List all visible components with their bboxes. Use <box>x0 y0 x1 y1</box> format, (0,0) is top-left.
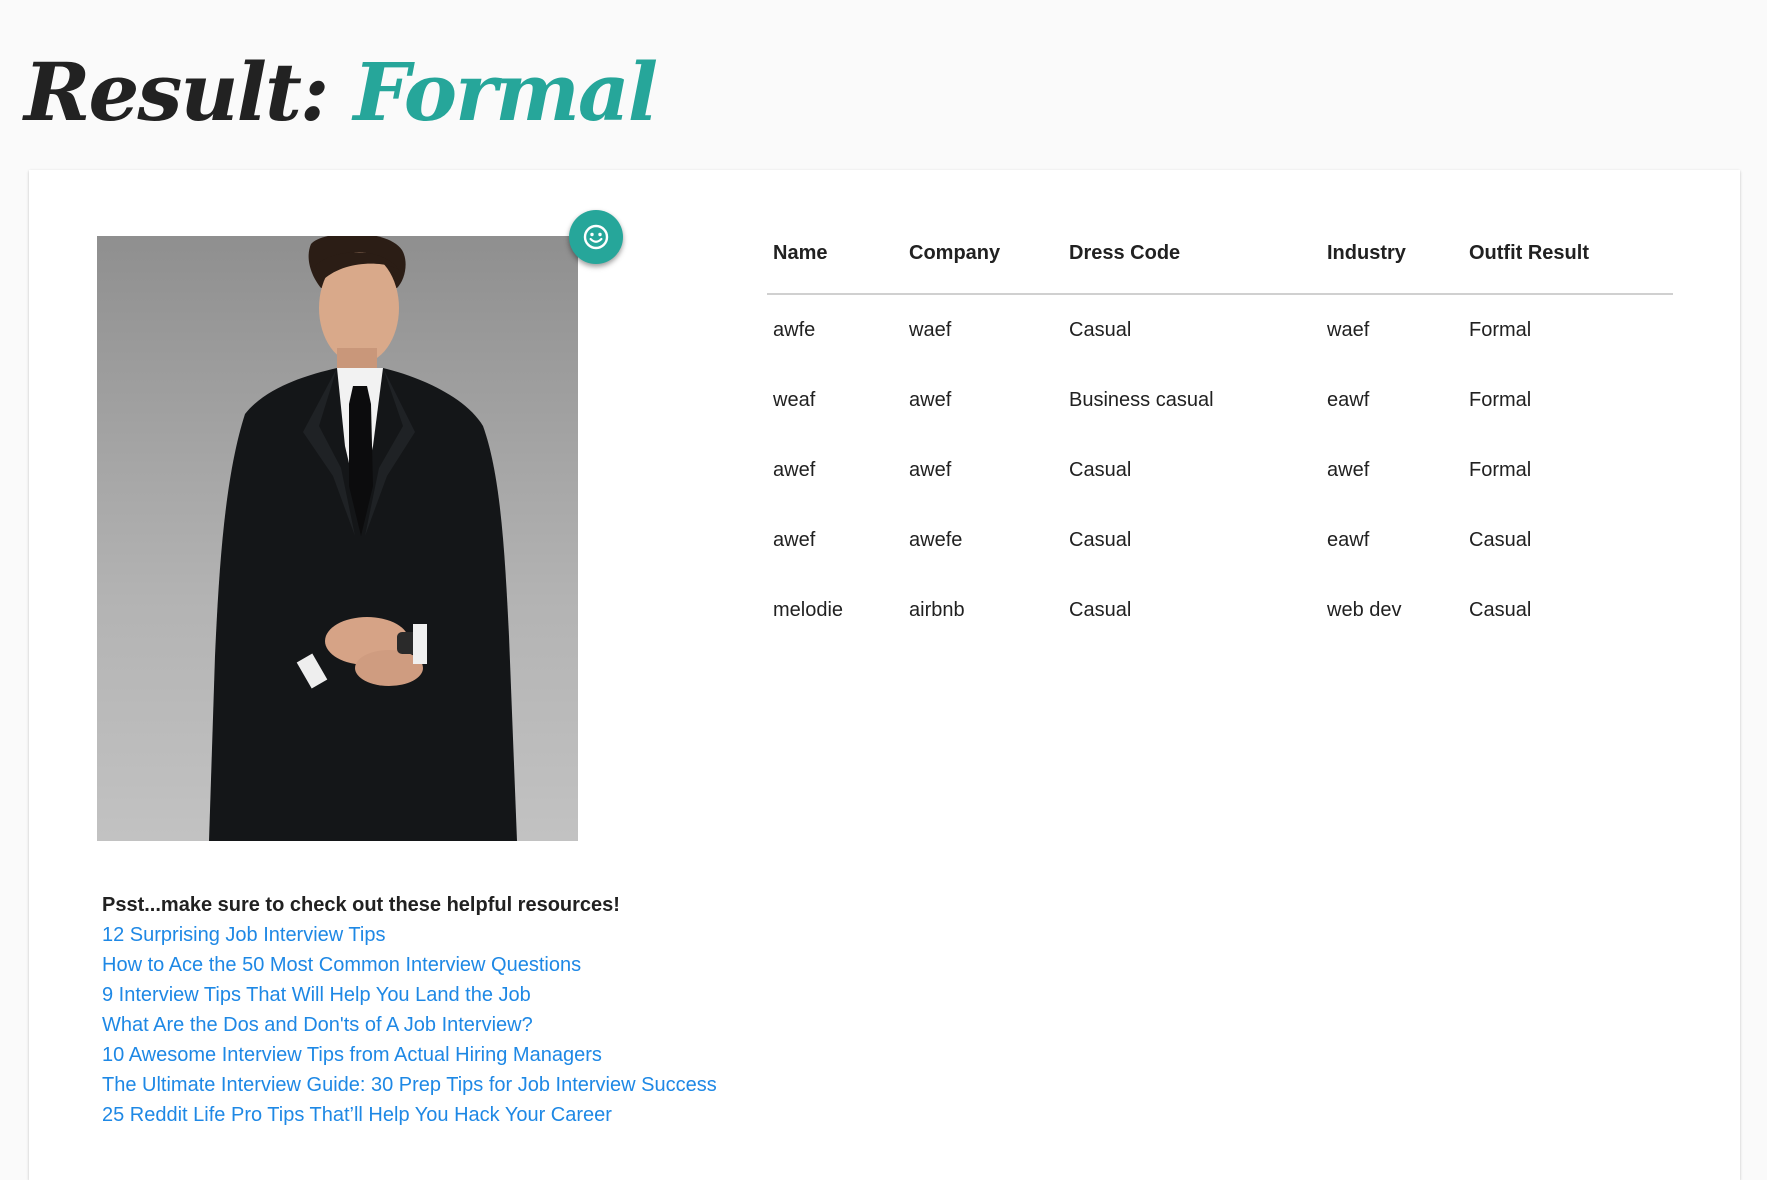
results-table: Name Company Dress Code Industry Outfit … <box>767 214 1673 645</box>
smiley-face-icon <box>583 224 609 250</box>
resources-section: Psst...make sure to check out these help… <box>102 890 802 1130</box>
resources-heading: Psst...make sure to check out these help… <box>102 894 620 916</box>
cell-company: awef <box>909 458 952 481</box>
cell-name: awfe <box>773 318 816 341</box>
cell-company: airbnb <box>909 598 965 621</box>
resource-link[interactable]: 10 Awesome Interview Tips from Actual Hi… <box>102 1040 802 1070</box>
cell-outfit-result: Formal <box>1469 388 1532 411</box>
cell-name: awef <box>773 528 816 551</box>
smiley-button[interactable] <box>569 210 623 264</box>
cell-industry: eawf <box>1327 528 1370 551</box>
cell-outfit-result: Casual <box>1469 598 1532 621</box>
cell-company: awef <box>909 388 952 411</box>
page-title: Result: Formal <box>24 42 658 142</box>
cell-dress-code: Casual <box>1069 528 1132 551</box>
cell-industry: waef <box>1327 318 1370 341</box>
resource-link[interactable]: 9 Interview Tips That Will Help You Land… <box>102 980 802 1010</box>
cell-outfit-result: Casual <box>1469 528 1532 551</box>
cell-dress-code: Casual <box>1069 318 1132 341</box>
column-header-outfit-result: Outfit Result <box>1463 214 1673 295</box>
cell-name: weaf <box>773 388 816 411</box>
resource-link[interactable]: How to Ace the 50 Most Common Interview … <box>102 950 802 980</box>
cell-outfit-result: Formal <box>1469 318 1532 341</box>
cell-name: melodie <box>773 598 844 621</box>
cell-company: waef <box>909 318 952 341</box>
column-header-name: Name <box>767 214 903 295</box>
man-in-black-suit-photo <box>97 236 578 841</box>
cell-dress-code: Business casual <box>1069 388 1214 411</box>
resource-link[interactable]: The Ultimate Interview Guide: 30 Prep Ti… <box>102 1070 802 1100</box>
cell-dress-code: Casual <box>1069 598 1132 621</box>
resource-link[interactable]: 12 Surprising Job Interview Tips <box>102 920 802 950</box>
table-row: awef awef Casual awef Formal <box>767 435 1673 505</box>
table-header-row: Name Company Dress Code Industry Outfit … <box>767 214 1673 295</box>
table-row: awef awefe Casual eawf Casual <box>767 505 1673 575</box>
result-value: Formal <box>353 45 658 139</box>
resource-link[interactable]: What Are the Dos and Don'ts of A Job Int… <box>102 1010 802 1040</box>
cell-company: awefe <box>909 528 963 551</box>
table-row: awfe waef Casual waef Formal <box>767 294 1673 365</box>
column-header-dress-code: Dress Code <box>1063 214 1321 295</box>
table-row: weaf awef Business casual eawf Formal <box>767 365 1673 435</box>
cell-dress-code: Casual <box>1069 458 1132 481</box>
title-prefix: Result: <box>24 45 329 139</box>
cell-outfit-result: Formal <box>1469 458 1532 481</box>
column-header-industry: Industry <box>1321 214 1463 295</box>
table-row: melodie airbnb Casual web dev Casual <box>767 575 1673 645</box>
outfit-photo <box>97 236 578 841</box>
column-header-company: Company <box>903 214 1063 295</box>
result-card: Psst...make sure to check out these help… <box>29 170 1740 1180</box>
cell-industry: awef <box>1327 458 1370 481</box>
cell-industry: web dev <box>1327 598 1402 621</box>
cell-industry: eawf <box>1327 388 1370 411</box>
resource-link[interactable]: 25 Reddit Life Pro Tips That’ll Help You… <box>102 1100 802 1130</box>
cell-name: awef <box>773 458 816 481</box>
